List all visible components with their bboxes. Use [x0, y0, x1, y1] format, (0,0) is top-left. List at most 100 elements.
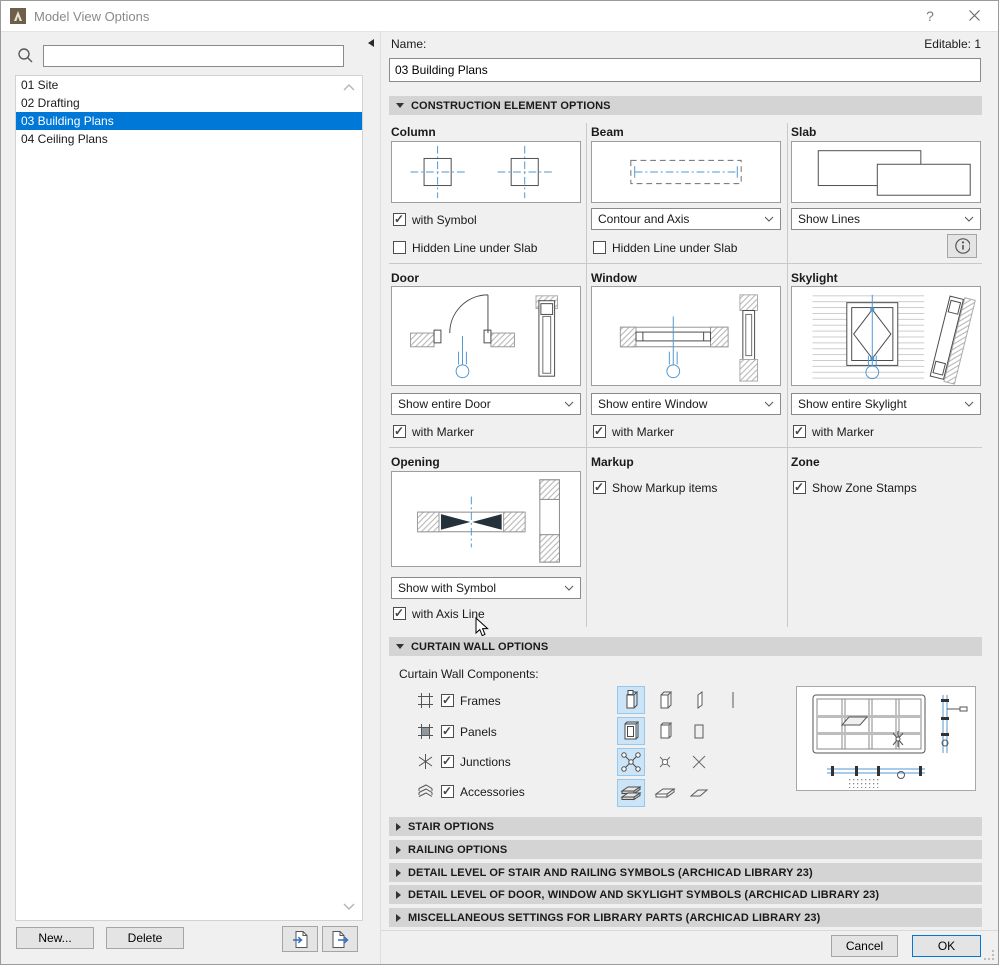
view-options-list[interactable]: 01 Site 02 Drafting 03 Building Plans 04…	[15, 75, 363, 921]
with-symbol-checkbox[interactable]	[393, 213, 406, 226]
opening-display-value: Show with Symbol	[398, 581, 496, 595]
skylight-display-select[interactable]: Show entire Skylight	[791, 393, 981, 415]
cancel-button[interactable]: Cancel	[831, 935, 898, 957]
collapse-panel-icon[interactable]	[368, 39, 374, 47]
opening-axis-checkbox[interactable]	[393, 607, 406, 620]
frames-option-slim[interactable]	[685, 686, 713, 714]
frames-label: Frames	[460, 694, 501, 708]
junctions-option-detailed[interactable]	[617, 748, 645, 776]
chevron-down-icon	[764, 216, 774, 222]
accessories-checkbox[interactable]	[441, 785, 454, 798]
panels-checkrow: Panels	[441, 724, 497, 739]
section-detail-door-window-skylight[interactable]: DETAIL LEVEL OF DOOR, WINDOW AND SKYLIGH…	[389, 885, 982, 904]
name-input[interactable]	[389, 58, 981, 82]
close-icon	[969, 10, 980, 21]
window-marker-checkbox[interactable]	[593, 425, 606, 438]
skylight-title: Skylight	[791, 271, 838, 285]
section-misc-library-parts[interactable]: MISCELLANEOUS SETTINGS FOR LIBRARY PARTS…	[389, 908, 982, 927]
new-button[interactable]: New...	[16, 927, 94, 949]
section-expanded-icon	[396, 103, 404, 108]
chevron-down-icon	[964, 401, 974, 407]
junctions-option-plain[interactable]	[685, 748, 713, 776]
junctions-label: Junctions	[460, 755, 511, 769]
with-symbol-label: with Symbol	[412, 213, 477, 227]
accessories-option-outline[interactable]	[685, 779, 713, 807]
section-railing-options[interactable]: RAILING OPTIONS	[389, 840, 982, 859]
ok-button[interactable]: OK	[912, 935, 981, 957]
help-button[interactable]: ?	[910, 1, 950, 30]
curtain-wall-preview	[796, 686, 976, 791]
section-title: CURTAIN WALL OPTIONS	[411, 641, 548, 653]
column-hidden-line-checkbox[interactable]	[393, 241, 406, 254]
window-preview	[591, 286, 781, 386]
frames-checkbox[interactable]	[441, 694, 454, 707]
window-display-select[interactable]: Show entire Window	[591, 393, 781, 415]
grid-divider	[389, 263, 982, 264]
slab-display-select[interactable]: Show Lines	[791, 208, 981, 230]
opening-axis-checkrow: with Axis Line	[393, 606, 485, 621]
panels-checkbox[interactable]	[441, 725, 454, 738]
markup-items-checkbox[interactable]	[593, 481, 606, 494]
search-input[interactable]	[43, 45, 344, 67]
section-collapsed-icon	[396, 869, 401, 877]
close-button[interactable]	[954, 1, 994, 30]
beam-title: Beam	[591, 125, 624, 139]
curtain-components-label: Curtain Wall Components:	[399, 667, 539, 681]
import-button[interactable]	[282, 926, 318, 952]
junctions-checkbox[interactable]	[441, 755, 454, 768]
section-title: MISCELLANEOUS SETTINGS FOR LIBRARY PARTS…	[408, 912, 820, 924]
title-bar: Model View Options ?	[1, 1, 998, 32]
door-display-select[interactable]: Show entire Door	[391, 393, 581, 415]
section-title: STAIR OPTIONS	[408, 821, 494, 833]
accessories-icon	[417, 783, 434, 803]
frames-option-detailed[interactable]	[617, 686, 645, 714]
door-title: Door	[391, 271, 419, 285]
section-stair-options[interactable]: STAIR OPTIONS	[389, 817, 982, 836]
window-marker-checkrow: with Marker	[593, 424, 674, 439]
section-title: DETAIL LEVEL OF STAIR AND RAILING SYMBOL…	[408, 867, 813, 879]
mouse-cursor	[475, 617, 490, 641]
delete-button[interactable]: Delete	[106, 927, 184, 949]
door-marker-checkbox[interactable]	[393, 425, 406, 438]
section-collapsed-icon	[396, 891, 401, 899]
info-icon	[954, 237, 970, 255]
list-item[interactable]: 02 Drafting	[16, 94, 362, 112]
frames-option-line[interactable]	[719, 686, 747, 714]
window-marker-label: with Marker	[612, 425, 674, 439]
panels-option-detailed[interactable]	[617, 717, 645, 745]
section-detail-stair-railing[interactable]: DETAIL LEVEL OF STAIR AND RAILING SYMBOL…	[389, 863, 982, 882]
section-title: DETAIL LEVEL OF DOOR, WINDOW AND SKYLIGH…	[408, 889, 879, 901]
accessories-option-detailed[interactable]	[617, 779, 645, 807]
markup-items-label: Show Markup items	[612, 481, 717, 495]
zone-stamps-checkbox[interactable]	[793, 481, 806, 494]
opening-display-select[interactable]: Show with Symbol	[391, 577, 581, 599]
junctions-icon	[417, 753, 434, 773]
beam-display-select[interactable]: Contour and Axis	[591, 208, 781, 230]
zone-title: Zone	[791, 455, 820, 469]
skylight-display-value: Show entire Skylight	[798, 397, 907, 411]
column-hidden-line-checkrow: Hidden Line under Slab	[393, 240, 537, 255]
search-icon	[17, 47, 34, 67]
markup-title: Markup	[591, 455, 634, 469]
junctions-option-simple[interactable]	[651, 748, 679, 776]
resize-grip[interactable]	[984, 950, 996, 965]
export-button[interactable]	[322, 926, 358, 952]
section-collapsed-icon	[396, 823, 401, 831]
list-item[interactable]: 01 Site	[16, 76, 362, 94]
scroll-up-icon[interactable]	[343, 80, 355, 94]
panels-option-outline[interactable]	[685, 717, 713, 745]
list-item[interactable]: 04 Ceiling Plans	[16, 130, 362, 148]
markup-items-checkrow: Show Markup items	[593, 480, 717, 495]
scroll-down-icon[interactable]	[343, 899, 355, 913]
accessories-option-simple[interactable]	[651, 779, 679, 807]
section-construction-element-options[interactable]: CONSTRUCTION ELEMENT OPTIONS	[389, 96, 982, 115]
frames-option-simple[interactable]	[651, 686, 679, 714]
skylight-preview	[791, 286, 981, 386]
skylight-marker-checkbox[interactable]	[793, 425, 806, 438]
panels-option-simple[interactable]	[651, 717, 679, 745]
slab-info-button[interactable]	[947, 234, 977, 258]
list-item-selected[interactable]: 03 Building Plans	[16, 112, 362, 130]
beam-hidden-line-checkbox[interactable]	[593, 241, 606, 254]
zone-stamps-label: Show Zone Stamps	[812, 481, 917, 495]
import-icon	[291, 930, 310, 949]
